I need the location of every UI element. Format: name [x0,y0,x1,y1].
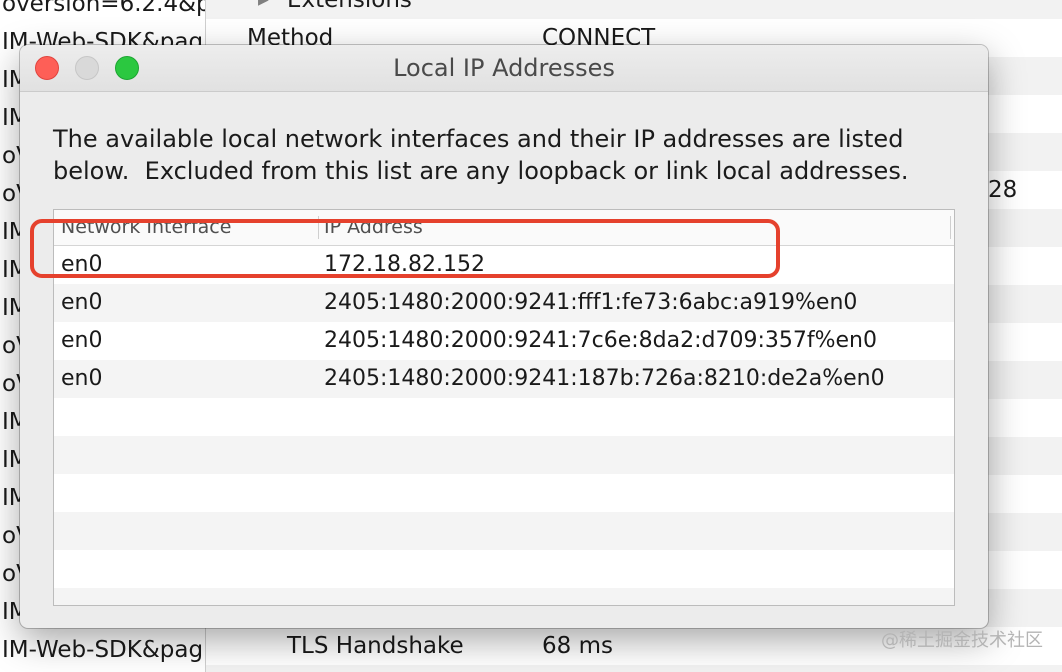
watermark: @稀土掘金技术社区 [881,630,1043,651]
ip-address-cell: 2405:1480:2000:9241:187b:726a:8210:de2a%… [324,366,885,391]
ip-address-cell: 172.18.82.152 [324,252,485,277]
table-row[interactable]: en0 2405:1480:2000:9241:7c6e:8da2:d709:35… [54,322,954,360]
list-item-label: IM-Web-SDK&pag [2,637,204,663]
disclosure-triangle-right-icon[interactable]: ▶ [258,0,269,19]
table-row[interactable]: en0 172.18.82.152 [54,246,954,284]
detail-row-extensions[interactable]: ▶ Extensions [206,0,1062,19]
ip-address-cell: 2405:1480:2000:9241:fff1:fe73:6abc:a919%… [324,290,858,315]
table-row[interactable]: en0 2405:1480:2000:9241:fff1:fe73:6abc:a9… [54,284,954,322]
ip-address-cell: 2405:1480:2000:9241:7c6e:8da2:d709:357f%… [324,328,877,353]
local-ip-addresses-dialog: Local IP Addresses The available local n… [20,45,988,628]
table-body[interactable]: en0 172.18.82.152 en0 2405:1480:2000:9241:f… [54,246,954,605]
ip-address-table[interactable]: Network Interface IP Address en0 172.18.8… [53,209,955,606]
partial-value: 28 [988,177,1018,203]
table-header: Network Interface IP Address [54,210,954,246]
tls-handshake-value: 68 ms [542,633,613,659]
network-interface-cell: en0 [61,252,103,277]
extensions-label: Extensions [287,0,412,13]
column-header-ip-address[interactable]: IP Address [318,210,950,245]
network-interface-cell: en0 [61,366,103,391]
dialog-titlebar[interactable]: Local IP Addresses [20,45,988,92]
network-interface-cell: en0 [61,290,103,315]
list-item[interactable]: IM-Web-SDK&pag [0,631,205,669]
screen: oversion=6.2.4&p=IM-Web-SDK&pagIMIMoVoVI… [0,0,1062,672]
dialog-description: The available local network interfaces a… [53,125,912,185]
table-row[interactable]: en0 2405:1480:2000:9241:187b:726a:8210:de… [54,360,954,398]
network-interface-cell: en0 [61,328,103,353]
tls-handshake-label: TLS Handshake [287,633,464,659]
column-header-filler [950,210,954,245]
list-item-label: oversion=6.2.4&p= [2,0,205,17]
list-item[interactable]: oversion=6.2.4&p= [0,0,205,23]
column-header-network-interface[interactable]: Network Interface [54,210,318,245]
dialog-title: Local IP Addresses [393,54,615,82]
